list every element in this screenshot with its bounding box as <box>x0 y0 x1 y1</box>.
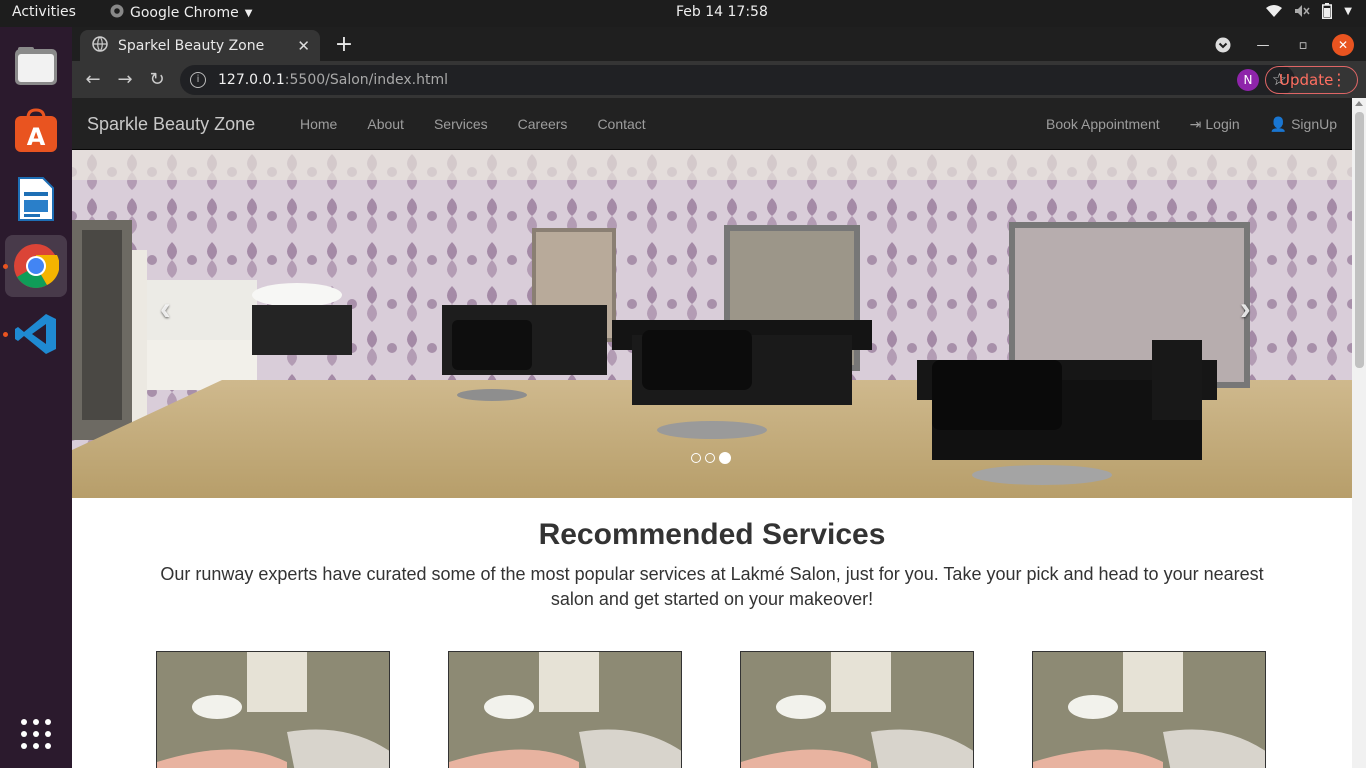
more-menu-icon[interactable]: ⋮ <box>1331 70 1347 89</box>
activities-button[interactable]: Activities <box>12 4 76 20</box>
section-title: Recommended Services <box>538 518 886 551</box>
new-tab-button[interactable]: + <box>332 32 356 57</box>
window-controls: — ▫ ✕ <box>1212 34 1354 56</box>
address-bar[interactable]: i 127.0.0.1:5500/Salon/index.html ☆ <box>180 65 1295 95</box>
update-label: Update <box>1279 71 1334 89</box>
service-card-image[interactable] <box>1032 651 1266 768</box>
url-host: 127.0.0.1 <box>218 72 285 88</box>
user-icon: 👤 <box>1269 116 1288 132</box>
wifi-icon <box>1266 4 1283 18</box>
url-path: :5500/Salon/index.html <box>284 72 449 88</box>
chrome-icon[interactable] <box>5 235 67 297</box>
system-tray[interactable]: ▼ <box>1266 3 1352 19</box>
login-icon: ⇥ <box>1189 116 1202 132</box>
service-card-image[interactable] <box>740 651 974 768</box>
tab-title: Sparkel Beauty Zone <box>118 37 265 54</box>
carousel-indicator-2[interactable] <box>705 453 715 463</box>
app-menu-label: Google Chrome <box>130 5 239 21</box>
carousel-indicators <box>691 452 731 464</box>
libreoffice-impress-icon[interactable] <box>5 168 67 230</box>
back-button[interactable]: ← <box>82 69 104 91</box>
system-top-bar: Activities Google Chrome ▼ Feb 14 17:58 … <box>0 0 1366 27</box>
tab-strip: Sparkel Beauty Zone ✕ + — ▫ ✕ <box>72 27 1366 61</box>
chrome-small-icon <box>110 4 124 22</box>
nav-services[interactable]: Services <box>419 98 503 150</box>
update-button[interactable]: Update ⋮ <box>1265 66 1358 94</box>
nav-right: Book Appointment ⇥ Login 👤 SignUp <box>1031 98 1352 151</box>
close-window-button[interactable]: ✕ <box>1332 34 1354 56</box>
book-appointment-link[interactable]: Book Appointment <box>1031 98 1175 151</box>
running-indicator <box>3 264 8 269</box>
browser-toolbar: ← → ↻ i 127.0.0.1:5500/Salon/index.html … <box>72 61 1366 98</box>
profile-avatar[interactable]: N <box>1237 69 1259 91</box>
nav-careers[interactable]: Careers <box>503 98 583 150</box>
chevron-down-icon: ▼ <box>244 7 253 19</box>
minimize-button[interactable]: — <box>1252 34 1274 56</box>
scrollbar-thumb[interactable] <box>1355 112 1364 368</box>
salon-interior-image <box>72 150 1352 498</box>
maximize-button[interactable]: ▫ <box>1292 34 1314 56</box>
web-page: Sparkle Beauty Zone Home About Services … <box>72 98 1352 768</box>
show-apps-icon[interactable] <box>5 703 67 765</box>
forward-button[interactable]: → <box>114 69 136 91</box>
app-menu[interactable]: Google Chrome ▼ <box>110 4 252 22</box>
book-appointment-label: Book Appointment <box>1046 116 1160 132</box>
login-link[interactable]: ⇥ Login <box>1175 98 1255 151</box>
reload-button[interactable]: ↻ <box>146 69 168 91</box>
volume-muted-icon <box>1294 4 1310 18</box>
close-tab-icon[interactable]: ✕ <box>297 37 310 55</box>
site-navbar: Sparkle Beauty Zone Home About Services … <box>72 98 1352 150</box>
globe-icon <box>92 35 108 56</box>
page-scrollbar[interactable] <box>1352 98 1366 768</box>
carousel-prev-icon[interactable]: ‹ <box>160 290 171 327</box>
service-card-image[interactable] <box>448 651 682 768</box>
signup-link[interactable]: 👤 SignUp <box>1255 98 1352 151</box>
svg-text:A: A <box>27 123 46 151</box>
tab-search-icon[interactable] <box>1212 34 1234 56</box>
carousel-indicator-3[interactable] <box>719 452 731 464</box>
nav-about[interactable]: About <box>352 98 419 150</box>
carousel-next-icon[interactable]: › <box>1240 290 1251 327</box>
nav-home[interactable]: Home <box>285 98 352 150</box>
files-icon[interactable] <box>5 35 67 97</box>
dock: A <box>0 27 72 768</box>
carousel-indicator-1[interactable] <box>691 453 701 463</box>
tab-sparkel-beauty-zone[interactable]: Sparkel Beauty Zone ✕ <box>80 30 320 61</box>
nav-contact[interactable]: Contact <box>582 98 660 150</box>
scroll-up-icon[interactable] <box>1355 101 1363 106</box>
software-store-icon[interactable]: A <box>5 100 67 162</box>
service-card-image[interactable] <box>156 651 390 768</box>
signup-label: SignUp <box>1291 116 1337 132</box>
system-menu-chevron-icon: ▼ <box>1344 5 1352 17</box>
vscode-icon[interactable] <box>5 303 67 365</box>
running-indicator <box>3 332 8 337</box>
login-label: Login <box>1205 116 1240 132</box>
nav-links: Home About Services Careers Contact <box>285 98 661 150</box>
site-brand[interactable]: Sparkle Beauty Zone <box>87 114 255 135</box>
clock[interactable]: Feb 14 17:58 <box>676 4 768 20</box>
battery-icon <box>1322 3 1333 19</box>
hero-carousel: ‹ › <box>72 150 1352 498</box>
site-info-icon[interactable]: i <box>190 72 206 88</box>
section-description: Our runway experts have curated some of … <box>160 564 1264 609</box>
